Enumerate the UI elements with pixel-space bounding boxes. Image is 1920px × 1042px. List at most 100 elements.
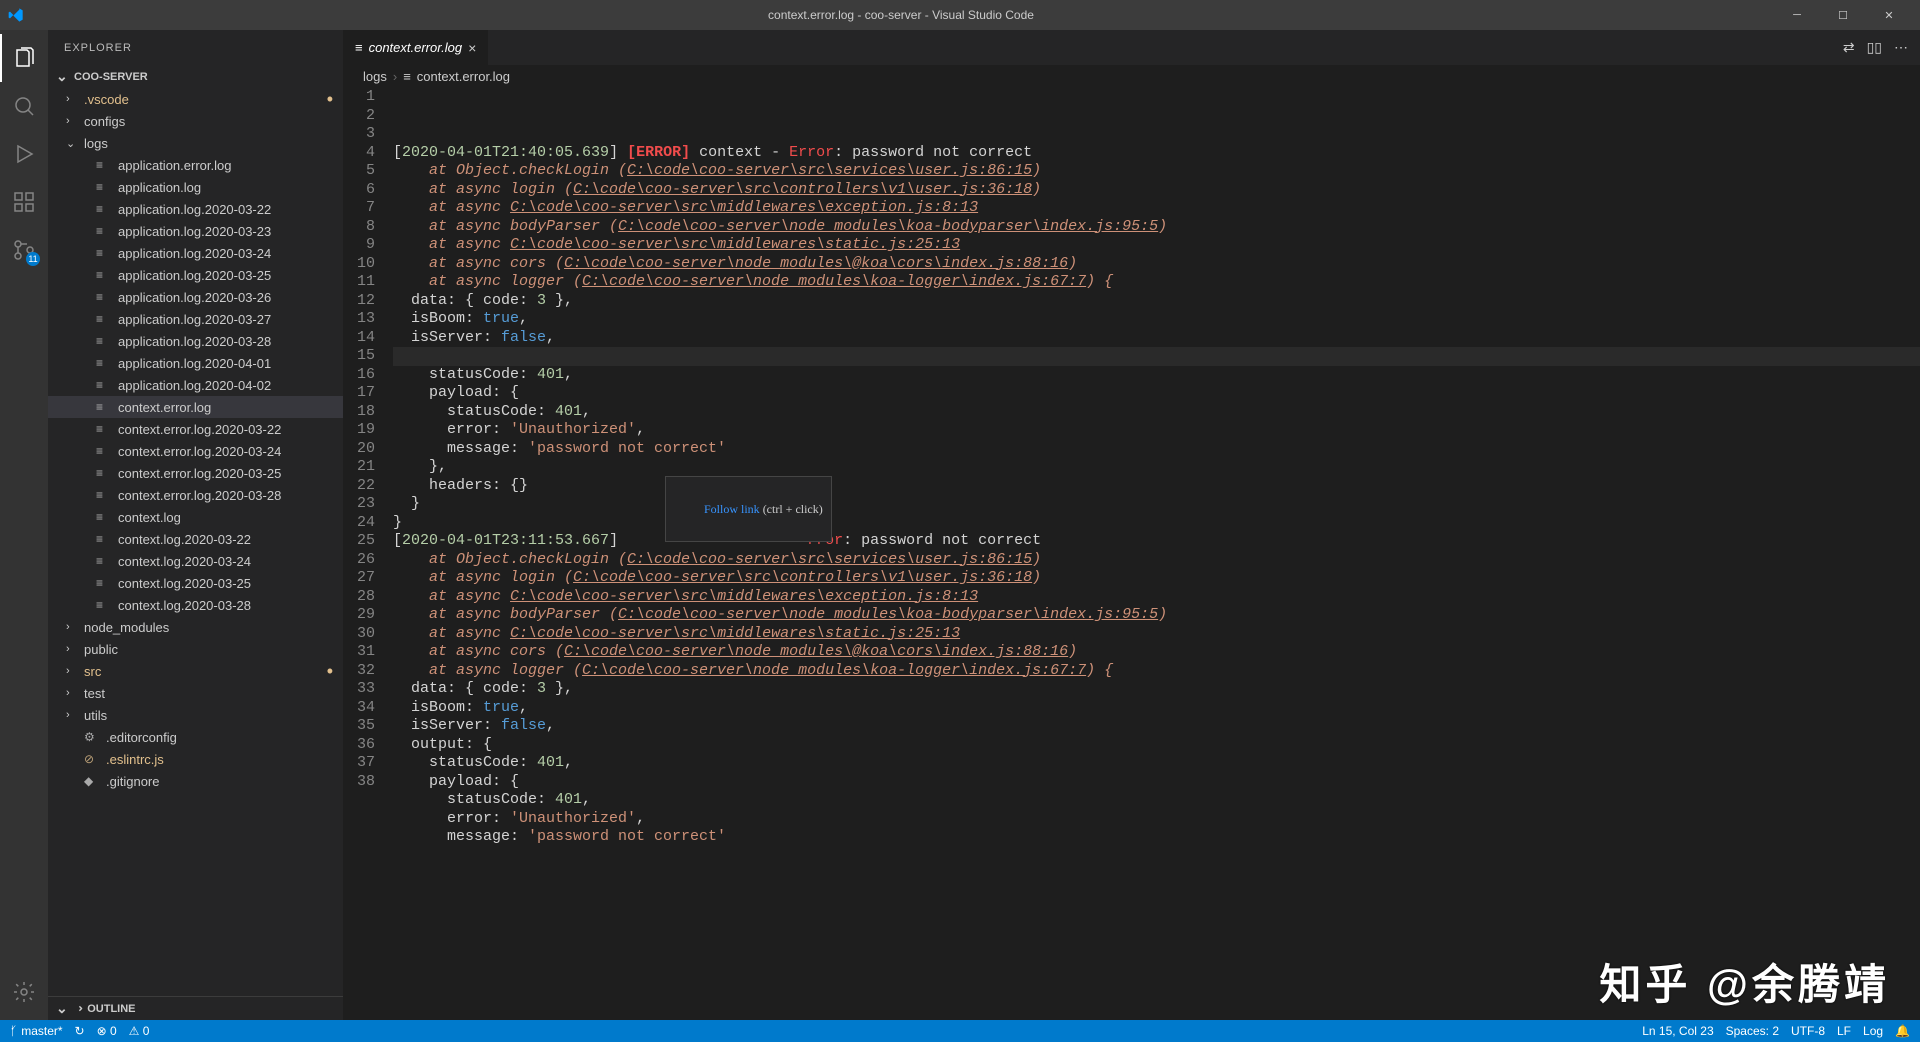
sync-button[interactable]: ↻ <box>75 1024 85 1038</box>
file-icon: ≡ <box>96 444 112 458</box>
close-button[interactable]: ✕ <box>1866 0 1912 30</box>
file-icon: ≡ <box>96 598 112 612</box>
tree-item-configs[interactable]: ›configs <box>48 110 343 132</box>
tree-item-context-error-log-2020-03-25[interactable]: ≡context.error.log.2020-03-25 <box>48 462 343 484</box>
tree-item--vscode[interactable]: ›.vscode• <box>48 88 343 110</box>
tree-label: application.log.2020-03-24 <box>118 246 271 261</box>
file-icon: ≡ <box>96 400 112 414</box>
notifications-bell-icon[interactable]: 🔔 <box>1895 1024 1910 1038</box>
tree-item-application-log-2020-03-22[interactable]: ≡application.log.2020-03-22 <box>48 198 343 220</box>
problems-warnings[interactable]: ⚠ 0 <box>129 1024 150 1038</box>
tree-label: application.log.2020-03-26 <box>118 290 271 305</box>
tree-label: .vscode <box>84 92 129 107</box>
tree-item-application-log[interactable]: ≡application.log <box>48 176 343 198</box>
tree-item-src[interactable]: ›src• <box>48 660 343 682</box>
code-content[interactable]: Follow link (ctrl + click) [2020-04-01T2… <box>393 88 1920 1020</box>
tree-item-context-error-log-2020-03-28[interactable]: ≡context.error.log.2020-03-28 <box>48 484 343 506</box>
status-bar: ᚶ master* ↻ ⊗ 0 ⚠ 0 Ln 15, Col 23 Spaces… <box>0 1020 1920 1042</box>
tree-label: src <box>84 664 101 679</box>
tree-item-application-error-log[interactable]: ≡application.error.log <box>48 154 343 176</box>
search-icon[interactable] <box>0 82 48 130</box>
tree-item-application-log-2020-04-01[interactable]: ≡application.log.2020-04-01 <box>48 352 343 374</box>
tree-item-context-error-log-2020-03-22[interactable]: ≡context.error.log.2020-03-22 <box>48 418 343 440</box>
tree-label: application.error.log <box>118 158 231 173</box>
tree-item-test[interactable]: ›test <box>48 682 343 704</box>
file-icon: ◆ <box>84 774 100 788</box>
tree-label: application.log.2020-03-28 <box>118 334 271 349</box>
indentation[interactable]: Spaces: 2 <box>1726 1024 1779 1038</box>
tree-item-context-log-2020-03-24[interactable]: ≡context.log.2020-03-24 <box>48 550 343 572</box>
outline-section[interactable]: ⌄OUTLINE <box>48 996 343 1020</box>
tree-label: context.error.log.2020-03-22 <box>118 422 281 437</box>
settings-gear-icon[interactable] <box>0 968 48 1016</box>
close-tab-icon[interactable]: × <box>468 40 476 56</box>
tree-item-public[interactable]: ›public <box>48 638 343 660</box>
minimize-button[interactable]: ─ <box>1774 0 1820 30</box>
tree-item-application-log-2020-03-23[interactable]: ≡application.log.2020-03-23 <box>48 220 343 242</box>
file-tree: ›.vscode•›configs⌄logs≡application.error… <box>48 88 343 996</box>
file-icon: ≡ <box>96 268 112 282</box>
tree-label: .editorconfig <box>106 730 177 745</box>
tree-item-logs[interactable]: ⌄logs <box>48 132 343 154</box>
tab-label: context.error.log <box>369 40 462 55</box>
more-actions-icon[interactable]: ⋯ <box>1894 39 1908 56</box>
tree-item-context-log-2020-03-25[interactable]: ≡context.log.2020-03-25 <box>48 572 343 594</box>
tree-item-context-error-log[interactable]: ≡context.error.log <box>48 396 343 418</box>
tree-label: logs <box>84 136 108 151</box>
tree-item-context-log-2020-03-22[interactable]: ≡context.log.2020-03-22 <box>48 528 343 550</box>
titlebar: context.error.log - coo-server - Visual … <box>0 0 1920 30</box>
chevron-icon: › <box>66 643 78 655</box>
extensions-icon[interactable] <box>0 178 48 226</box>
file-icon: ⊘ <box>84 752 100 766</box>
file-icon: ≡ <box>96 202 112 216</box>
file-icon: ≡ <box>96 488 112 502</box>
project-section[interactable]: COO-SERVER <box>48 65 343 88</box>
tree-item--editorconfig[interactable]: ⚙.editorconfig <box>48 726 343 748</box>
tree-item-application-log-2020-04-02[interactable]: ≡application.log.2020-04-02 <box>48 374 343 396</box>
split-editor-icon[interactable]: ▯▯ <box>1867 39 1882 56</box>
file-icon: ≡ <box>96 224 112 238</box>
run-debug-icon[interactable] <box>0 130 48 178</box>
breadcrumb[interactable]: logs › ≡ context.error.log <box>343 65 1920 88</box>
scm-badge: 11 <box>26 252 40 266</box>
tree-item-application-log-2020-03-24[interactable]: ≡application.log.2020-03-24 <box>48 242 343 264</box>
eol[interactable]: LF <box>1837 1024 1851 1038</box>
file-icon: ≡ <box>96 554 112 568</box>
tree-item--gitignore[interactable]: ◆.gitignore <box>48 770 343 792</box>
tree-item-context-log-2020-03-28[interactable]: ≡context.log.2020-03-28 <box>48 594 343 616</box>
tree-item-application-log-2020-03-28[interactable]: ≡application.log.2020-03-28 <box>48 330 343 352</box>
tree-label: test <box>84 686 105 701</box>
vscode-logo-icon <box>8 5 28 25</box>
file-icon: ≡ <box>96 378 112 392</box>
explorer-icon[interactable] <box>0 34 48 82</box>
tree-label: node_modules <box>84 620 169 635</box>
sidebar-title: EXPLORER <box>48 30 343 65</box>
compare-icon[interactable]: ⇄ <box>1843 39 1855 56</box>
cursor-position[interactable]: Ln 15, Col 23 <box>1642 1024 1713 1038</box>
tree-item-node-modules[interactable]: ›node_modules <box>48 616 343 638</box>
tree-item-context-log[interactable]: ≡context.log <box>48 506 343 528</box>
tree-item-context-error-log-2020-03-24[interactable]: ≡context.error.log.2020-03-24 <box>48 440 343 462</box>
file-icon: ≡ <box>96 466 112 480</box>
tree-item-application-log-2020-03-26[interactable]: ≡application.log.2020-03-26 <box>48 286 343 308</box>
problems-errors[interactable]: ⊗ 0 <box>97 1024 117 1038</box>
tree-item--eslintrc-js[interactable]: ⊘.eslintrc.js <box>48 748 343 770</box>
chevron-icon: › <box>66 665 78 677</box>
branch-indicator[interactable]: ᚶ master* <box>10 1024 63 1038</box>
scm-icon[interactable]: 11 <box>0 226 48 274</box>
editor[interactable]: 1234567891011121314151617181920212223242… <box>343 88 1920 1020</box>
file-icon: ≡ <box>96 180 112 194</box>
chevron-icon: › <box>66 115 78 127</box>
maximize-button[interactable]: ☐ <box>1820 0 1866 30</box>
tree-label: application.log.2020-03-25 <box>118 268 271 283</box>
tree-item-application-log-2020-03-27[interactable]: ≡application.log.2020-03-27 <box>48 308 343 330</box>
encoding[interactable]: UTF-8 <box>1791 1024 1825 1038</box>
tree-label: context.log.2020-03-22 <box>118 532 251 547</box>
tab-bar: ≡ context.error.log × ⇄ ▯▯ ⋯ <box>343 30 1920 65</box>
language-mode[interactable]: Log <box>1863 1024 1883 1038</box>
tree-item-utils[interactable]: ›utils <box>48 704 343 726</box>
tab-context-error-log[interactable]: ≡ context.error.log × <box>343 30 489 65</box>
link-tooltip: Follow link (ctrl + click) <box>665 476 832 542</box>
tree-item-application-log-2020-03-25[interactable]: ≡ application.log.2020-03-25 <box>48 264 343 286</box>
window-title: context.error.log - coo-server - Visual … <box>28 8 1774 22</box>
